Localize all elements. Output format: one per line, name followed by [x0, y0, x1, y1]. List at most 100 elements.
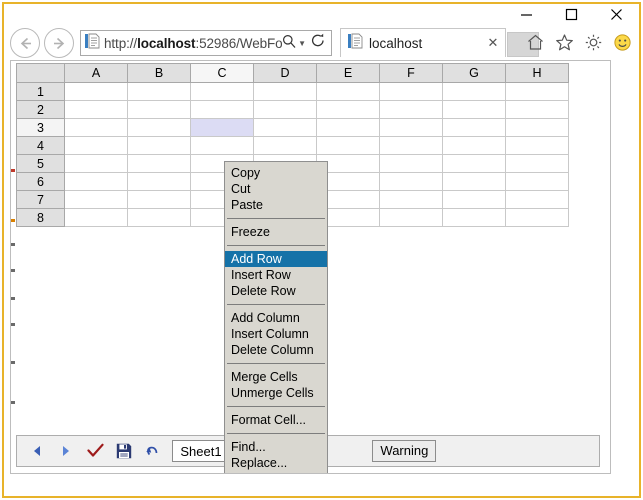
- grid-cell-h1[interactable]: [505, 82, 569, 101]
- row-header-7[interactable]: 7: [16, 190, 65, 209]
- column-header-b[interactable]: B: [127, 63, 191, 83]
- grid-cell-h5[interactable]: [505, 154, 569, 173]
- grid-cell-f6[interactable]: [379, 172, 443, 191]
- menu-item-insert-column[interactable]: Insert Column: [225, 326, 327, 342]
- row-header-6[interactable]: 6: [16, 172, 65, 191]
- grid-cell-h3[interactable]: [505, 118, 569, 137]
- address-bar[interactable]: http://localhost:52986/WebForm1 ▼: [80, 30, 332, 56]
- grid-cell-e3[interactable]: [316, 118, 380, 137]
- select-all-corner[interactable]: [16, 63, 65, 83]
- grid-cell-b4[interactable]: [127, 136, 191, 155]
- grid-cell-b5[interactable]: [127, 154, 191, 173]
- row-header-2[interactable]: 2: [16, 100, 65, 119]
- previous-arrow-icon[interactable]: [27, 441, 47, 461]
- checkmark-icon[interactable]: [85, 441, 105, 461]
- menu-item-paste[interactable]: Paste: [225, 197, 327, 213]
- undo-arrow-icon[interactable]: [143, 441, 163, 461]
- grid-cell-a2[interactable]: [64, 100, 128, 119]
- tab-localhost[interactable]: localhost ✕: [340, 28, 506, 57]
- grid-cell-a5[interactable]: [64, 154, 128, 173]
- grid-cell-h4[interactable]: [505, 136, 569, 155]
- grid-cell-d2[interactable]: [253, 100, 317, 119]
- grid-cell-d1[interactable]: [253, 82, 317, 101]
- refresh-icon[interactable]: [311, 33, 325, 53]
- column-header-f[interactable]: F: [379, 63, 443, 83]
- next-arrow-icon[interactable]: [56, 441, 76, 461]
- row-header-4[interactable]: 4: [16, 136, 65, 155]
- column-header-c[interactable]: C: [190, 63, 254, 83]
- column-header-d[interactable]: D: [253, 63, 317, 83]
- grid-cell-a7[interactable]: [64, 190, 128, 209]
- menu-item-delete-row[interactable]: Delete Row: [225, 283, 327, 299]
- cell-context-menu[interactable]: Copy Cut Paste Freeze Add Row Insert Row Delet…: [224, 161, 328, 473]
- column-header-e[interactable]: E: [316, 63, 380, 83]
- maximize-button[interactable]: [549, 4, 594, 24]
- grid-cell-b3[interactable]: [127, 118, 191, 137]
- grid-cell-h2[interactable]: [505, 100, 569, 119]
- menu-item-insert-row[interactable]: Insert Row: [225, 267, 327, 283]
- sheet-name-input[interactable]: [172, 440, 230, 462]
- grid-cell-c2[interactable]: [190, 100, 254, 119]
- grid-cell-g1[interactable]: [442, 82, 506, 101]
- grid-cell-a4[interactable]: [64, 136, 128, 155]
- grid-cell-f7[interactable]: [379, 190, 443, 209]
- grid-cell-g6[interactable]: [442, 172, 506, 191]
- grid-cell-a6[interactable]: [64, 172, 128, 191]
- grid-cell-c4[interactable]: [190, 136, 254, 155]
- tab-close-icon[interactable]: ✕: [485, 35, 501, 51]
- warning-button[interactable]: Warning: [372, 440, 437, 462]
- grid-cell-f4[interactable]: [379, 136, 443, 155]
- menu-item-add-row[interactable]: Add Row: [225, 251, 327, 267]
- grid-cell-e4[interactable]: [316, 136, 380, 155]
- grid-cell-b2[interactable]: [127, 100, 191, 119]
- grid-cell-d4[interactable]: [253, 136, 317, 155]
- menu-item-freeze[interactable]: Freeze: [225, 224, 327, 240]
- grid-cell-b6[interactable]: [127, 172, 191, 191]
- grid-cell-g3[interactable]: [442, 118, 506, 137]
- column-header-g[interactable]: G: [442, 63, 506, 83]
- grid-cell-f3[interactable]: [379, 118, 443, 137]
- menu-item-find[interactable]: Find...: [225, 439, 327, 455]
- grid-cell-a8[interactable]: [64, 208, 128, 227]
- grid-cell-b8[interactable]: [127, 208, 191, 227]
- grid-cell-g5[interactable]: [442, 154, 506, 173]
- row-header-3[interactable]: 3: [16, 118, 65, 137]
- column-header-h[interactable]: H: [505, 63, 569, 83]
- grid-cell-a3[interactable]: [64, 118, 128, 137]
- grid-cell-h8[interactable]: [505, 208, 569, 227]
- scroll-marker-strip[interactable]: [11, 61, 15, 473]
- grid-cell-c1[interactable]: [190, 82, 254, 101]
- menu-item-merge-cells[interactable]: Merge Cells: [225, 369, 327, 385]
- minimize-button[interactable]: [504, 4, 549, 24]
- chevron-down-icon[interactable]: ▼: [298, 39, 306, 48]
- home-icon[interactable]: [523, 30, 548, 55]
- back-button[interactable]: [10, 28, 40, 58]
- grid-cell-g4[interactable]: [442, 136, 506, 155]
- grid-cell-a1[interactable]: [64, 82, 128, 101]
- row-header-5[interactable]: 5: [16, 154, 65, 173]
- grid-cell-f1[interactable]: [379, 82, 443, 101]
- grid-cell-f5[interactable]: [379, 154, 443, 173]
- save-floppy-icon[interactable]: [114, 441, 134, 461]
- grid-cell-g7[interactable]: [442, 190, 506, 209]
- menu-item-add-column[interactable]: Add Column: [225, 310, 327, 326]
- grid-cell-b1[interactable]: [127, 82, 191, 101]
- grid-cell-h6[interactable]: [505, 172, 569, 191]
- row-header-8[interactable]: 8: [16, 208, 65, 227]
- menu-item-cut[interactable]: Cut: [225, 181, 327, 197]
- grid-cell-g8[interactable]: [442, 208, 506, 227]
- grid-cell-d3[interactable]: [253, 118, 317, 137]
- grid-cell-f2[interactable]: [379, 100, 443, 119]
- grid-cell-g2[interactable]: [442, 100, 506, 119]
- menu-item-unmerge-cells[interactable]: Unmerge Cells: [225, 385, 327, 401]
- menu-item-replace[interactable]: Replace...: [225, 455, 327, 471]
- forward-button[interactable]: [44, 28, 74, 58]
- search-icon[interactable]: [282, 34, 296, 53]
- grid-cell-b7[interactable]: [127, 190, 191, 209]
- menu-item-copy[interactable]: Copy: [225, 165, 327, 181]
- grid-cell-c3[interactable]: [190, 118, 254, 137]
- gear-icon[interactable]: [581, 30, 606, 55]
- menu-item-delete-column[interactable]: Delete Column: [225, 342, 327, 358]
- star-icon[interactable]: [552, 30, 577, 55]
- row-header-1[interactable]: 1: [16, 82, 65, 101]
